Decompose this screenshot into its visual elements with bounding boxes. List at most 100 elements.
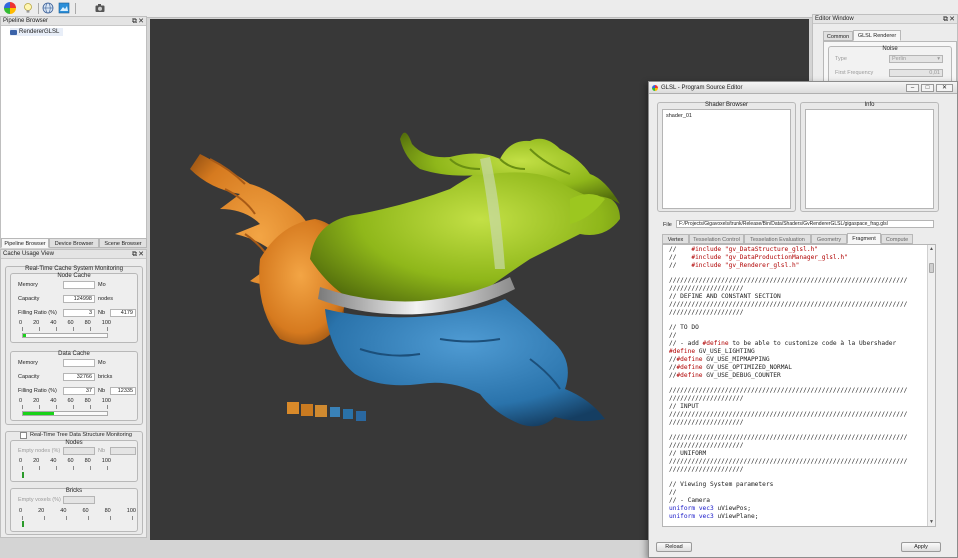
- type-label: Type: [835, 56, 847, 62]
- tab-tesselation-evaluation[interactable]: Tesselation Evaluation: [744, 234, 811, 244]
- editor-window-dock: Editor Window ⧉ ✕ Common GLSL Renderer N…: [812, 14, 958, 85]
- tab-geometry[interactable]: Geometry: [811, 234, 847, 244]
- filling-ratio-field[interactable]: 3: [63, 309, 95, 317]
- tree-item-label: RendererGLSL: [19, 29, 60, 35]
- pipeline-browser-title: Pipeline Browser: [3, 18, 49, 24]
- tree-monitor-checkbox[interactable]: [20, 432, 27, 439]
- code-line: // UNIFORM: [669, 449, 707, 457]
- tree-monitor-title: Real-Time Tree Data Structure Monitoring: [30, 432, 132, 438]
- tick-label: 0: [19, 398, 23, 404]
- minimize-icon[interactable]: –: [906, 84, 919, 92]
- tab-pipeline-browser[interactable]: Pipeline Browser: [1, 238, 49, 248]
- float-icon[interactable]: ⧉: [943, 15, 948, 24]
- scale-tick-marks: [22, 327, 108, 331]
- close-icon[interactable]: ✕: [138, 17, 144, 26]
- first-frequency-label: First Frequency: [835, 70, 874, 76]
- code-line: //#define GV_USE_DEBUG_COUNTER: [669, 371, 781, 379]
- empty-nodes-field[interactable]: [63, 447, 95, 455]
- node-cache-progress: [22, 333, 108, 338]
- tab-device-browser[interactable]: Device Browser: [49, 238, 99, 248]
- lightbulb-icon[interactable]: [22, 2, 34, 14]
- capacity-field[interactable]: 32766: [63, 373, 95, 381]
- nb-label: Nb: [98, 448, 106, 454]
- tick-label: 80: [84, 458, 91, 464]
- tick-label: 40: [50, 398, 57, 404]
- tick-label: 100: [126, 508, 136, 514]
- tick-label: 20: [38, 508, 45, 514]
- memory-field[interactable]: [63, 359, 95, 367]
- capacity-field[interactable]: 124998: [63, 295, 95, 303]
- memory-unit: Mo: [98, 360, 106, 366]
- empty-voxels-field[interactable]: [63, 496, 95, 504]
- editor-window-title: Editor Window: [815, 16, 854, 22]
- code-line: // DEFINE AND CONSTANT SECTION: [669, 293, 781, 301]
- code-line: ////////////////////////////////////////…: [669, 410, 908, 418]
- scrollbar-thumb[interactable]: [929, 263, 934, 273]
- filling-ratio-field[interactable]: 37: [63, 387, 95, 395]
- nb-field[interactable]: 4179: [110, 309, 136, 317]
- tab-compute[interactable]: Compute: [881, 234, 913, 244]
- bricks-slider-knob[interactable]: [22, 521, 24, 527]
- capacity-label: Capacity: [18, 374, 40, 380]
- memory-unit: Mo: [98, 282, 106, 288]
- empty-nodes-label: Empty nodes (%): [18, 448, 61, 454]
- toolbar-separator: [75, 3, 76, 14]
- dock-title: Cache Usage View ⧉ ✕: [1, 250, 146, 259]
- scroll-down-icon[interactable]: ▼: [928, 518, 935, 526]
- nb-field[interactable]: 12335: [110, 387, 136, 395]
- tab-common[interactable]: Common: [823, 31, 853, 41]
- tab-tesselation-control[interactable]: Tesselation Control: [689, 234, 744, 244]
- close-icon[interactable]: ✕: [138, 250, 144, 259]
- code-editor[interactable]: // #include "gv_DataStructure_glsl.h"// …: [662, 244, 936, 527]
- float-icon[interactable]: ⧉: [132, 17, 137, 26]
- tab-fragment[interactable]: Fragment: [847, 233, 881, 244]
- apply-button[interactable]: Apply: [901, 542, 941, 552]
- close-icon[interactable]: ✕: [949, 15, 955, 24]
- tree-item-renderer[interactable]: RendererGLSL: [10, 28, 64, 36]
- tick-label: 0: [19, 458, 23, 464]
- code-line: ////////////////////////////////////////…: [669, 277, 908, 285]
- file-path-field[interactable]: F:/Projects/Gigavoxels/trunk/Release/Bin…: [676, 220, 934, 228]
- filling-ratio-label: Filling Ratio (%): [18, 388, 57, 394]
- float-icon[interactable]: ⧉: [132, 250, 137, 259]
- tick-label: 40: [50, 458, 57, 464]
- tab-vertex[interactable]: Vertex: [662, 234, 689, 244]
- progress-fill: [23, 334, 26, 337]
- scale-ticks: 0 20 40 60 80 100: [19, 398, 111, 404]
- globe-icon[interactable]: [42, 2, 54, 14]
- nodes-slider-knob[interactable]: [22, 472, 24, 478]
- tick-label: 20: [33, 320, 40, 326]
- pipeline-tree: RendererGLSL: [1, 26, 146, 238]
- type-value: Perlin: [892, 56, 907, 62]
- close-icon[interactable]: ✕: [936, 84, 953, 92]
- vertical-scrollbar[interactable]: ▲ ▼: [927, 245, 935, 526]
- nb-field[interactable]: [110, 447, 136, 455]
- scale-tick-marks: [22, 466, 108, 470]
- tab-scene-browser[interactable]: Scene Browser: [99, 238, 147, 248]
- code-line: #define GV_USE_LIGHTING: [669, 347, 755, 355]
- group-title: Node Cache: [57, 273, 91, 279]
- memory-label: Memory: [18, 282, 38, 288]
- scene-icon[interactable]: [58, 2, 70, 14]
- tick-label: 60: [67, 398, 74, 404]
- memory-field[interactable]: [63, 281, 95, 289]
- info-group: Info: [800, 102, 939, 212]
- reload-button[interactable]: Reload: [656, 542, 692, 552]
- tick-label: 100: [101, 320, 111, 326]
- scale-ticks: 0 20 40 60 80 100: [19, 508, 136, 514]
- camera-icon[interactable]: [94, 2, 106, 14]
- code-line: // #include "gv_Renderer_glsl.h": [669, 261, 800, 269]
- progress-fill: [23, 412, 55, 415]
- renderer-logo-icon[interactable]: [4, 2, 16, 14]
- scroll-up-icon[interactable]: ▲: [928, 245, 935, 253]
- shader-list-item[interactable]: shader_01: [666, 113, 692, 119]
- tab-glsl-renderer[interactable]: GLSL Renderer: [853, 30, 901, 41]
- capacity-label: Capacity: [18, 296, 40, 302]
- window-titlebar[interactable]: GLSL - Program Source Editor – □ ✕: [649, 82, 957, 94]
- type-select[interactable]: Perlin ▾: [889, 55, 943, 63]
- code-line: // TO DO: [669, 324, 699, 332]
- file-path-value: F:/Projects/Gigavoxels/trunk/Release/Bin…: [679, 221, 888, 227]
- maximize-icon[interactable]: □: [921, 84, 934, 92]
- first-frequency-field[interactable]: 0,01: [889, 69, 943, 77]
